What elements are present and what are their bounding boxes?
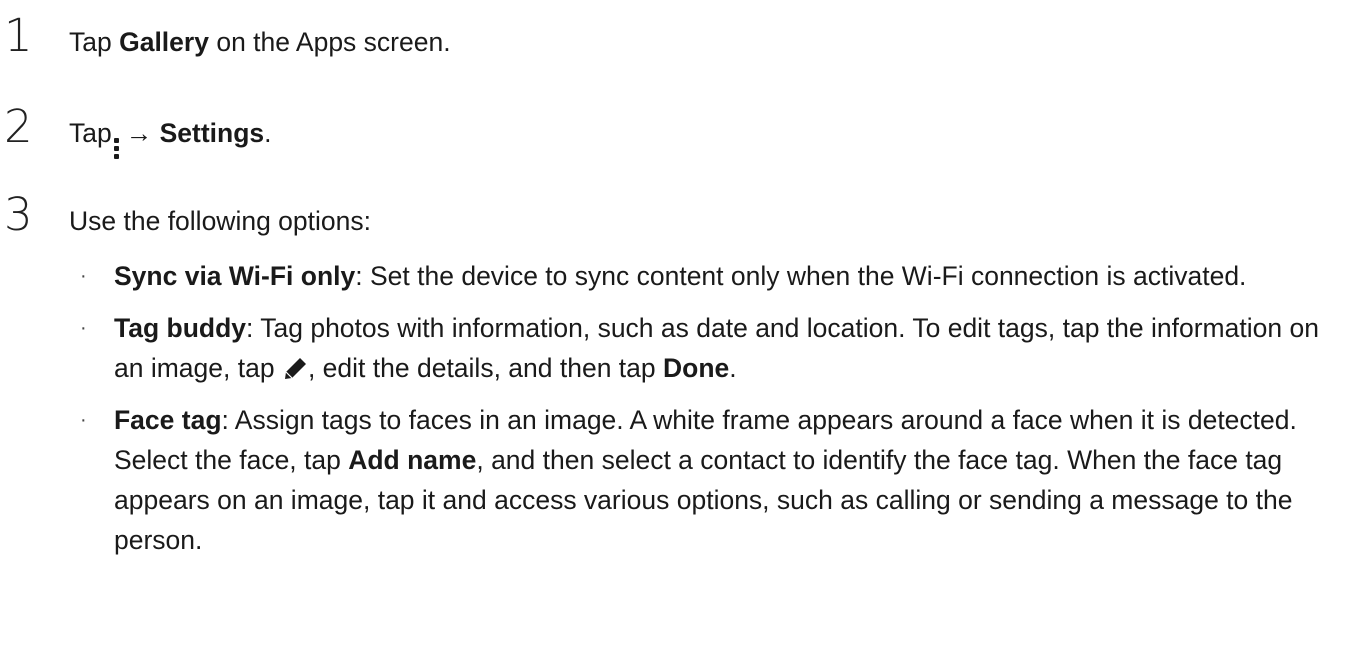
option-title: Sync via Wi-Fi only	[114, 261, 356, 291]
option-end: .	[729, 353, 737, 383]
more-options-icon	[113, 138, 120, 159]
step-text-pre: Tap	[69, 118, 112, 148]
step-2: 2 Tap → Settings.	[0, 104, 272, 159]
step-number: 2	[4, 100, 33, 153]
step-number: 1	[4, 9, 33, 62]
option-face-tag: · Face tag: Assign tags to faces in an i…	[80, 400, 1350, 560]
bullet: ·	[80, 317, 87, 339]
pencil-icon	[282, 351, 308, 379]
settings-label: Settings	[159, 118, 265, 148]
step-text: Use the following options:	[69, 206, 371, 236]
option-tag-buddy: · Tag buddy: Tag photos with information…	[80, 308, 1350, 388]
option-title: Face tag	[114, 405, 222, 435]
done-label: Done	[663, 353, 730, 383]
step-3: 3 Use the following options:	[0, 192, 371, 237]
bullet: ·	[80, 409, 87, 431]
option-body-cont: , edit the details, and then tap	[307, 353, 664, 383]
step-text-pre: Tap	[69, 27, 120, 57]
step-text-post: .	[264, 118, 272, 148]
options-list: · Sync via Wi-Fi only: Set the device to…	[80, 256, 1350, 572]
step-number: 3	[4, 188, 33, 241]
option-sync-via-wifi: · Sync via Wi-Fi only: Set the device to…	[80, 256, 1350, 296]
add-name-label: Add name	[348, 445, 477, 475]
step-text-post: on the Apps screen.	[208, 27, 451, 57]
option-body: : Set the device to sync content only wh…	[355, 261, 1247, 291]
bullet: ·	[80, 265, 87, 287]
step-text: Tap → Settings.	[69, 120, 272, 159]
option-title: Tag buddy	[114, 313, 246, 343]
step-text: Tap Gallery on the Apps screen.	[69, 29, 451, 56]
gallery-label: Gallery	[119, 27, 209, 57]
step-1: 1 Tap Gallery on the Apps screen.	[0, 13, 451, 58]
arrow: →	[125, 118, 153, 148]
